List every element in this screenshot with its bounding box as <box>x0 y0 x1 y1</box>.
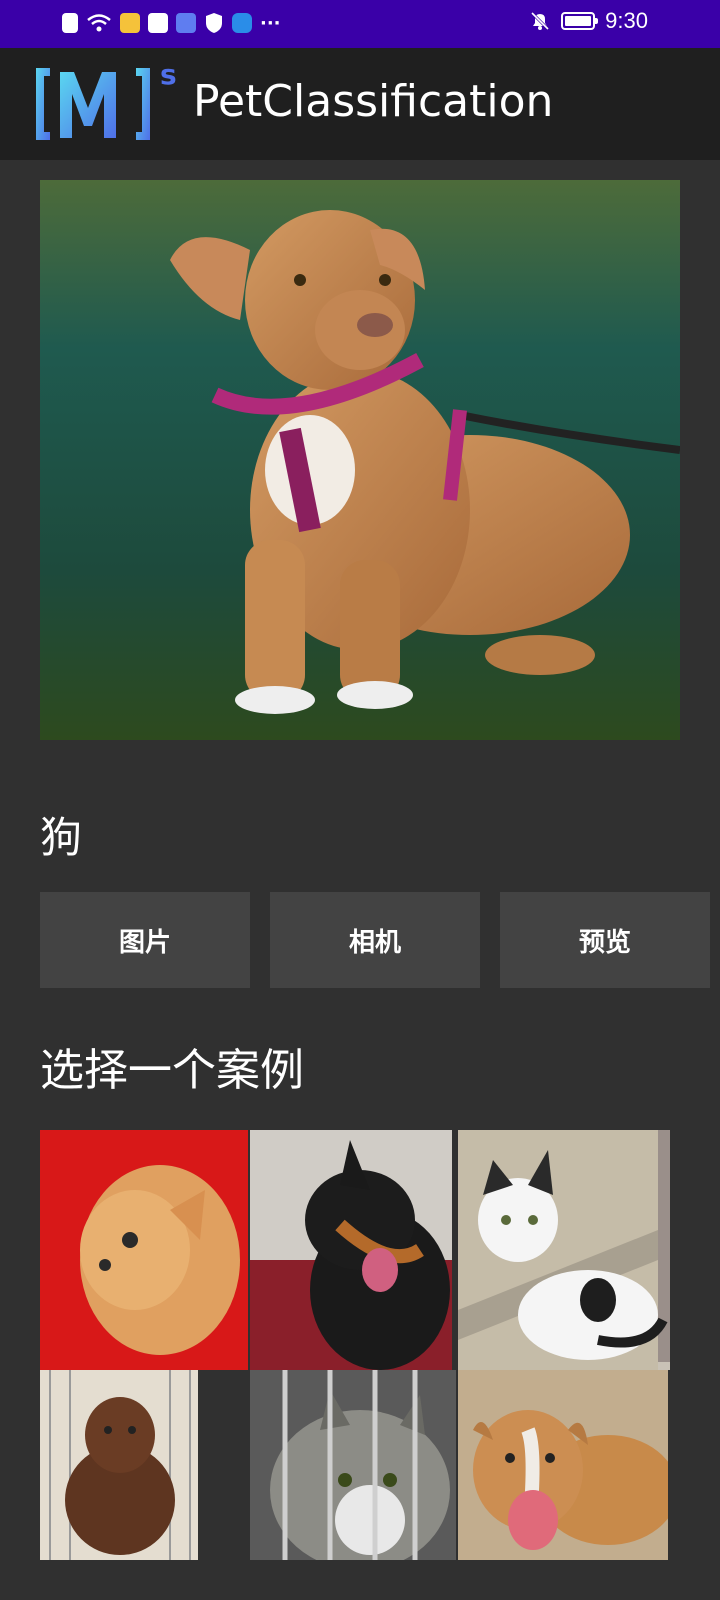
classification-result: 狗 <box>40 813 83 862</box>
app-icon <box>176 13 196 33</box>
example-image-5[interactable] <box>250 1370 456 1560</box>
example-image-4[interactable] <box>40 1370 198 1560</box>
more-notifications-icon: ··· <box>260 12 281 34</box>
example-image-6[interactable] <box>458 1370 668 1560</box>
alert-icon <box>62 13 78 33</box>
browser-icon <box>232 13 252 33</box>
example-image-3[interactable] <box>458 1130 670 1370</box>
classified-image <box>40 180 680 740</box>
app-title: PetClassification <box>193 76 554 127</box>
weibo-icon <box>120 13 140 33</box>
svg-text:s: s <box>160 58 177 91</box>
baidu-icon <box>148 13 168 33</box>
wifi-icon <box>87 14 111 32</box>
example-image-2[interactable] <box>250 1130 452 1370</box>
app-bar: s PetClassification <box>0 48 720 160</box>
mute-icon <box>531 11 550 31</box>
image-button[interactable]: 图片 <box>40 892 250 988</box>
status-bar: ··· 9:30 <box>0 0 720 48</box>
clock: 9:30 <box>605 8 648 33</box>
example-image-1[interactable] <box>40 1130 248 1370</box>
shield-icon <box>206 13 222 33</box>
system-status: 9:30 <box>529 8 648 34</box>
examples-title: 选择一个案例 <box>40 1045 304 1096</box>
mindspore-logo: s <box>36 58 177 140</box>
notification-icons: ··· <box>62 12 281 34</box>
camera-button[interactable]: 相机 <box>270 892 480 988</box>
battery-icon <box>561 12 599 30</box>
preview-button[interactable]: 预览 <box>500 892 710 988</box>
